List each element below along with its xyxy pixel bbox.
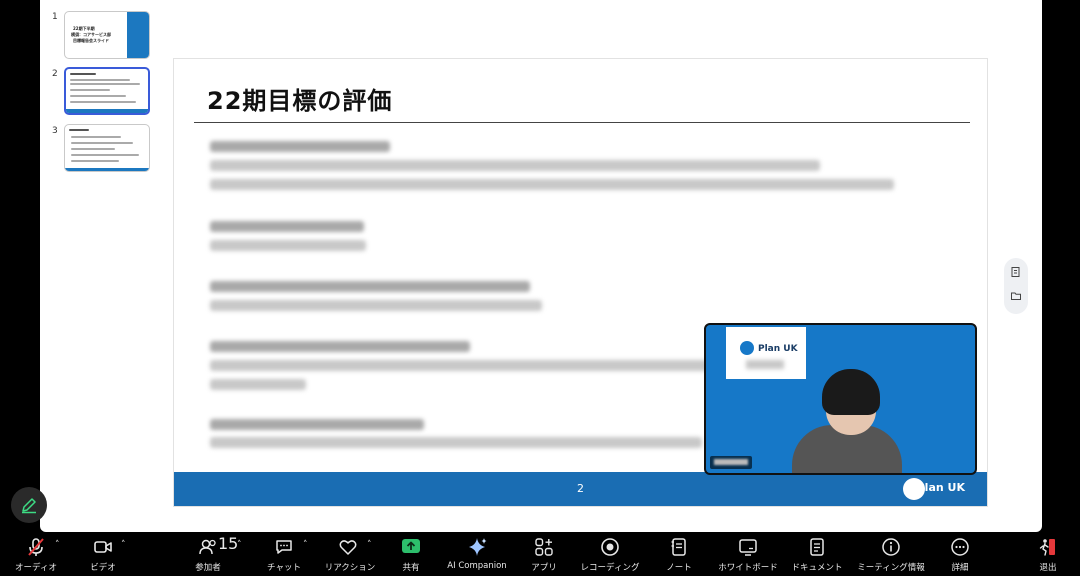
video-brand-text: Plan UK xyxy=(758,344,798,354)
slide-thumbnail-3[interactable] xyxy=(64,124,150,172)
notes-button[interactable]: ノート xyxy=(660,534,698,574)
thumbnail-number-1: 1 xyxy=(52,12,58,22)
more-label: 詳細 xyxy=(951,563,969,573)
ai-companion-label: AI Companion xyxy=(447,561,507,571)
whiteboard-button[interactable]: ホワイトボード xyxy=(714,534,782,574)
chat-bubble-icon xyxy=(276,540,292,554)
document-icon xyxy=(810,538,824,556)
redacted-text xyxy=(746,360,784,369)
chat-label: チャット xyxy=(267,563,301,573)
annotate-button[interactable] xyxy=(11,487,47,523)
meeting-stage: 1 22期下半期 横須：コアサービス部 目標報告会スライド 2 3 22期目標の… xyxy=(40,0,1042,532)
chevron-up-icon: ˄ xyxy=(55,540,60,550)
reactions-options-caret[interactable]: ˄ xyxy=(366,534,378,574)
redacted-text xyxy=(210,240,366,251)
slide-title: 22期目標の評価 xyxy=(207,87,393,115)
thumbnail-number-2: 2 xyxy=(52,69,58,79)
leave-label: 退出 xyxy=(1039,563,1057,573)
leave-button[interactable]: 退出 xyxy=(1032,534,1064,574)
docs-label: ドキュメント xyxy=(791,563,843,573)
video-label: ビデオ xyxy=(90,563,116,573)
side-tools-panel xyxy=(1004,258,1028,314)
apps-label: アプリ xyxy=(531,563,557,573)
apps-icon xyxy=(535,538,553,556)
chat-button[interactable]: チャット xyxy=(262,534,306,574)
more-button[interactable]: 詳細 xyxy=(944,534,976,574)
muted-microphone-icon xyxy=(28,538,44,556)
participant-name-label xyxy=(710,456,752,469)
participants-count: 15 xyxy=(218,534,239,553)
redacted-text xyxy=(210,281,530,292)
notes-icon[interactable] xyxy=(1009,266,1023,280)
meeting-info-label: ミーティング情報 xyxy=(857,563,925,573)
thumbnail-1-blue-panel xyxy=(127,12,149,58)
video-brand-card: Plan UK xyxy=(726,327,806,379)
redacted-text xyxy=(210,437,702,448)
footer-brand-text: Plan UK xyxy=(916,481,965,494)
redacted-text xyxy=(210,341,470,352)
redacted-text xyxy=(210,360,708,371)
chevron-up-icon: ˄ xyxy=(367,540,372,550)
share-screen-icon xyxy=(402,539,420,553)
recording-label: レコーディング xyxy=(580,563,640,573)
notes-label: ノート xyxy=(666,563,692,573)
chevron-up-icon: ˄ xyxy=(237,540,242,550)
record-icon xyxy=(601,538,619,556)
info-icon xyxy=(882,538,900,556)
redacted-text xyxy=(210,160,820,171)
share-label: 共有 xyxy=(402,563,420,573)
ai-companion-button[interactable]: AI Companion xyxy=(444,534,510,574)
apps-button[interactable]: アプリ xyxy=(526,534,562,574)
video-options-caret[interactable]: ˄ xyxy=(120,534,132,574)
audio-options-caret[interactable]: ˄ xyxy=(54,534,66,574)
heart-icon xyxy=(339,540,357,555)
participants-icon xyxy=(199,539,216,555)
more-dots-icon xyxy=(951,538,969,556)
redacted-text xyxy=(210,379,306,390)
slide-thumbnail-2[interactable] xyxy=(64,67,150,115)
slide-footer-bar: 2 Plan UK xyxy=(174,472,987,506)
docs-button[interactable]: ドキュメント xyxy=(790,534,844,574)
meeting-toolbar: オーディオ ˄ ビデオ ˄ 参加者 15 ˄ チャット ˄ リアクション ˄ 共… xyxy=(0,532,1080,576)
pencil-icon xyxy=(22,498,36,514)
thumbnail-number-3: 3 xyxy=(52,126,58,136)
redacted-text xyxy=(210,300,542,311)
slide-title-rule xyxy=(194,122,970,123)
chevron-up-icon: ˄ xyxy=(303,540,308,550)
video-camera-icon xyxy=(94,541,112,553)
folder-icon[interactable] xyxy=(1009,290,1023,304)
notebook-icon xyxy=(671,538,686,556)
participants-options-caret[interactable]: ˄ xyxy=(236,534,248,574)
whiteboard-label: ホワイトボード xyxy=(718,563,778,573)
redacted-text xyxy=(210,179,894,190)
chevron-up-icon: ˄ xyxy=(121,540,126,550)
plan-uk-logo-icon xyxy=(740,341,754,355)
redacted-text xyxy=(210,221,364,232)
participant-hair xyxy=(822,369,880,415)
audio-label: オーディオ xyxy=(15,563,57,573)
redacted-text xyxy=(210,419,424,430)
meeting-info-button[interactable]: ミーティング情報 xyxy=(856,534,926,574)
redacted-text xyxy=(210,141,390,152)
slide-thumbnail-1[interactable]: 22期下半期 横須：コアサービス部 目標報告会スライド xyxy=(64,11,150,59)
whiteboard-icon xyxy=(739,539,757,556)
share-button[interactable]: 共有 xyxy=(392,534,430,574)
participants-label: 参加者 xyxy=(195,563,221,573)
participant-video-tile[interactable]: Plan UK xyxy=(704,323,977,475)
recording-button[interactable]: レコーディング xyxy=(578,534,642,574)
chat-options-caret[interactable]: ˄ xyxy=(302,534,314,574)
sparkle-icon xyxy=(469,538,487,556)
leave-icon xyxy=(1039,539,1055,556)
slide-page-number: 2 xyxy=(577,482,584,495)
thumbnail-1-title-line-3: 目標報告会スライド xyxy=(73,38,109,43)
